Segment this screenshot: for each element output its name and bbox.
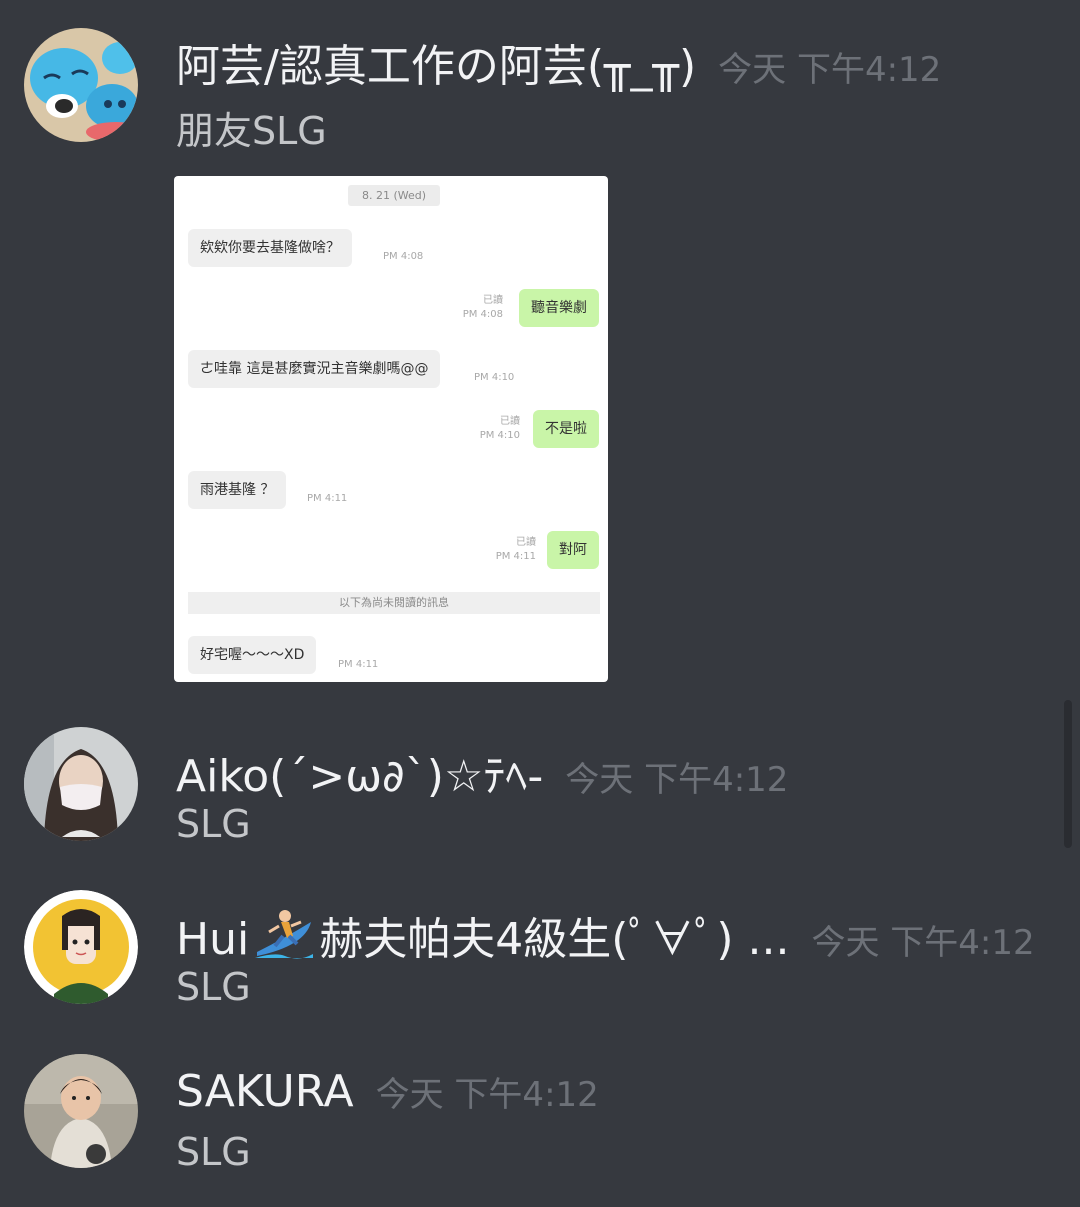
message-text: SLG bbox=[176, 1130, 251, 1174]
username-part: 赫夫帕夫4級生(ﾟ∀ﾟ) ... bbox=[319, 914, 790, 965]
avatar-aiko[interactable] bbox=[24, 727, 138, 841]
person-photo-icon bbox=[24, 727, 138, 841]
username[interactable]: 阿芸/認真工作の阿芸(╥_╥) bbox=[176, 30, 696, 94]
chat-bubble-incoming: 雨港基隆 ？ bbox=[188, 471, 287, 509]
username[interactable]: SAKURA bbox=[176, 1066, 354, 1117]
message-header: Hui 赫夫帕夫4級生(ﾟ∀ﾟ) ... 今天 下午4:12 bbox=[176, 903, 1035, 971]
scrollbar[interactable] bbox=[1064, 700, 1072, 848]
timestamp: 今天 下午4:12 bbox=[718, 50, 942, 90]
unread-divider: 以下為尚未閱讀的訊息 bbox=[188, 592, 600, 614]
username-part: Hui bbox=[176, 914, 250, 965]
chat-time: PM 4:11 bbox=[338, 659, 379, 670]
image-attachment[interactable]: 8. 21 (Wed) 欸欸你要去基隆做啥？ PM 4:08 已讀 PM 4:0… bbox=[174, 176, 608, 682]
read-label: 已讀 bbox=[483, 295, 503, 306]
cartoon-girl-icon bbox=[24, 890, 138, 1004]
chat-read-meta: 已讀 PM 4:11 bbox=[496, 536, 536, 564]
message-text: SLG bbox=[176, 802, 251, 846]
chat-bubble-outgoing: 對阿 bbox=[547, 531, 599, 569]
avatar-ayun[interactable] bbox=[24, 28, 138, 142]
message-header: SAKURA 今天 下午4:12 bbox=[176, 1066, 599, 1117]
username[interactable]: Aiko⁠(´>ω∂`)☆ﾃﾍ- bbox=[176, 740, 543, 804]
chat-time: PM 4:08 bbox=[383, 251, 424, 262]
chat-read-meta: 已讀 PM 4:10 bbox=[480, 415, 520, 443]
avatar-sakura[interactable] bbox=[24, 1054, 138, 1168]
username[interactable]: Hui 赫夫帕夫4級生(ﾟ∀ﾟ) ... bbox=[176, 903, 789, 971]
chat-date: 8. 21 (Wed) bbox=[348, 185, 440, 206]
chat-bubble-outgoing: 不是啦 bbox=[533, 410, 599, 448]
chat-bubble-incoming: 好宅喔～～～XD bbox=[188, 636, 317, 674]
timestamp: 今天 下午4:12 bbox=[565, 760, 789, 800]
plush-avatar-icon bbox=[24, 28, 138, 142]
chat-bubble-incoming: 欸欸你要去基隆做啥？ bbox=[188, 229, 352, 267]
surfer-emoji-icon bbox=[255, 908, 314, 971]
message-text: SLG bbox=[176, 965, 251, 1009]
message-text: 朋友SLG bbox=[176, 109, 327, 153]
chat-time: PM 4:08 bbox=[462, 309, 503, 320]
message-header: 阿芸/認真工作の阿芸(╥_╥) 今天 下午4:12 bbox=[176, 30, 941, 94]
read-label: 已讀 bbox=[516, 537, 536, 548]
chat-time: PM 4:11 bbox=[495, 551, 536, 562]
chat-bubble-outgoing: 聽音樂劇 bbox=[519, 289, 599, 327]
timestamp: 今天 下午4:12 bbox=[375, 1075, 599, 1115]
message-header: Aiko⁠(´>ω∂`)☆ﾃﾍ- 今天 下午4:12 bbox=[176, 740, 788, 804]
chat-read-meta: 已讀 PM 4:08 bbox=[463, 294, 503, 322]
chat-bubble-incoming: ㄜ哇靠 這是甚麼實況主音樂劇嗎@@ bbox=[188, 350, 441, 388]
chat-time: PM 4:10 bbox=[479, 430, 520, 441]
child-photo-icon bbox=[24, 1054, 138, 1168]
chat-time: PM 4:11 bbox=[307, 493, 348, 504]
read-label: 已讀 bbox=[500, 416, 520, 427]
timestamp: 今天 下午4:12 bbox=[811, 923, 1035, 963]
chat-time: PM 4:10 bbox=[474, 372, 515, 383]
avatar-hui[interactable] bbox=[24, 890, 138, 1004]
